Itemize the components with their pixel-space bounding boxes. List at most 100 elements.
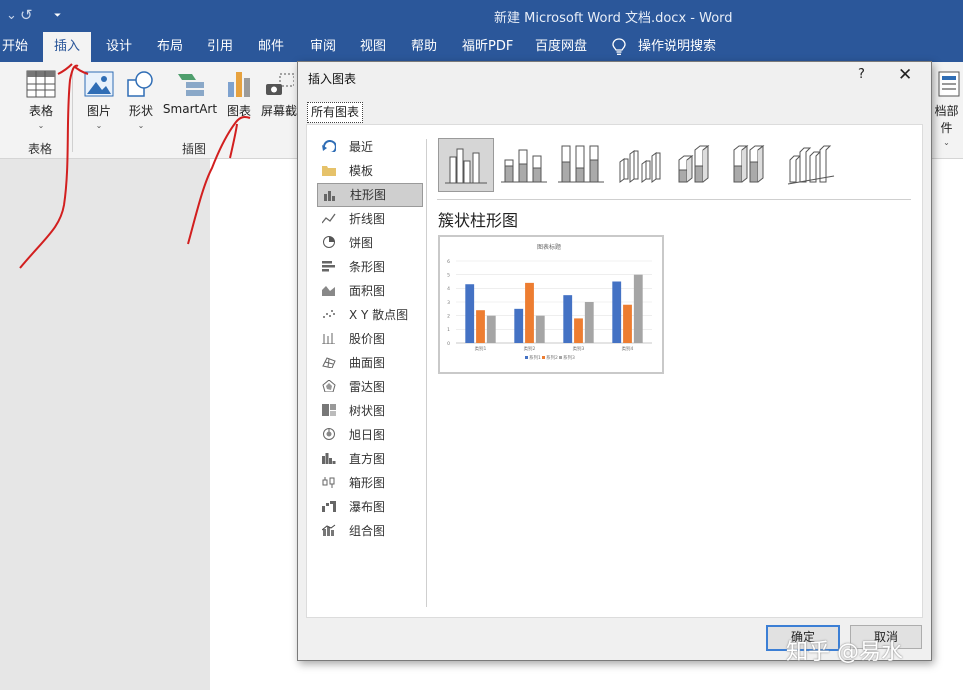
chart-category-item[interactable]: 柱形图 — [317, 183, 423, 207]
chart-category-item[interactable]: 雷达图 — [317, 375, 423, 399]
chart-category-item[interactable]: 饼图 — [317, 231, 423, 255]
chart-category-label: 面积图 — [349, 284, 386, 298]
chart-button[interactable]: 图表 — [224, 70, 254, 119]
chart-button-label: 图表 — [226, 104, 251, 118]
chart-category-item[interactable]: X Y 散点图 — [317, 303, 423, 327]
chart-category-item[interactable]: 折线图 — [317, 207, 423, 231]
x-tick-label: 类别1 — [475, 345, 487, 352]
scatter-chart-icon — [323, 310, 335, 318]
chart-subtype-option[interactable] — [726, 138, 780, 190]
chart-preview[interactable]: 图表标题 0 1 2 3 4 5 6 类别1 类别2 类别3 类别4 系列1 系列2 系列3 — [438, 235, 664, 374]
tab-help[interactable]: 帮助 — [411, 32, 437, 62]
screenshot-button[interactable]: 屏幕截 — [260, 70, 298, 119]
tab-design[interactable]: 设计 — [106, 32, 132, 62]
tab-all-charts[interactable]: 所有图表 — [307, 102, 364, 123]
tab-view[interactable]: 视图 — [360, 32, 386, 62]
chart-category-item[interactable]: 模板 — [317, 159, 423, 183]
100-stacked-column-icon — [558, 145, 604, 183]
smartart-button[interactable]: SmartArt — [162, 70, 218, 116]
y-tick-label: 6 — [447, 259, 450, 265]
chart-category-item[interactable]: 瀑布图 — [317, 495, 423, 519]
quick-access-dropdown-icon[interactable]: ⌄ — [6, 8, 17, 23]
tab-insert[interactable]: 插入 — [43, 32, 91, 62]
y-tick-label: 2 — [447, 313, 450, 319]
sunburst-chart-icon — [323, 428, 335, 440]
combo-chart-icon — [322, 524, 336, 536]
tell-me-search[interactable]: 操作说明搜索 — [638, 32, 716, 62]
chart-category-item[interactable]: 条形图 — [317, 255, 423, 279]
chart-category-item[interactable]: 直方图 — [317, 447, 423, 471]
chart-category-item[interactable]: 最近 — [317, 135, 423, 159]
chart-bar — [514, 308, 524, 343]
chart-subtype-option[interactable] — [554, 138, 608, 190]
chart-category-label: 瀑布图 — [349, 500, 386, 514]
chart-bar — [476, 310, 485, 343]
customize-toolbar-icon[interactable]: ⏷ — [54, 11, 61, 21]
tab-home[interactable]: 开始 — [2, 32, 32, 62]
chart-bar — [465, 284, 475, 343]
chart-category-label: X Y 散点图 — [349, 308, 409, 322]
table-button[interactable]: 表格 ⌄ — [22, 70, 60, 130]
picture-icon — [84, 71, 114, 97]
screenshot-button-label: 屏幕截 — [260, 104, 297, 118]
smartart-button-label: SmartArt — [162, 102, 218, 116]
insert-chart-dialog: 插入图表 ? ✕ 所有图表 最近 模板 柱形图 折线图 饼图 条形图 面积图 X Y 散点图股… — [297, 61, 932, 661]
table-button-label: 表格 — [28, 104, 53, 118]
chart-category-item[interactable]: 树状图 — [317, 399, 423, 423]
doc-parts-button[interactable]: 档部件 ⌄ — [930, 70, 963, 147]
close-icon[interactable]: ✕ — [898, 65, 912, 85]
chart-category-label: 树状图 — [349, 404, 386, 418]
chart-title: 图表标题 — [537, 243, 561, 251]
y-tick-label: 4 — [447, 286, 450, 292]
chart-category-item[interactable]: 组合图 — [317, 519, 423, 543]
tab-layout[interactable]: 布局 — [157, 32, 183, 62]
tab-review[interactable]: 审阅 — [310, 32, 336, 62]
chart-bar — [563, 295, 573, 343]
table-dropdown-icon: ⌄ — [37, 121, 45, 130]
picture-dropdown-icon: ⌄ — [95, 121, 103, 130]
recent-icon — [322, 140, 336, 152]
chart-category-item[interactable]: 股价图 — [317, 327, 423, 351]
chart-bar — [633, 274, 643, 343]
chart-subtype-option[interactable] — [669, 138, 723, 190]
chart-category-label: 柱形图 — [350, 188, 387, 202]
chart-icon — [228, 72, 250, 97]
waterfall-chart-icon — [322, 501, 336, 512]
chart-subtype-option[interactable] — [438, 138, 494, 192]
chart-category-label: 旭日图 — [349, 428, 386, 442]
chart-category-label: 雷达图 — [349, 380, 386, 394]
y-tick-label: 1 — [447, 327, 450, 333]
chart-category-item[interactable]: 旭日图 — [317, 423, 423, 447]
legend-entry: 系列3 — [563, 354, 575, 361]
legend-entry: 系列2 — [546, 354, 558, 361]
tab-references[interactable]: 引用 — [207, 32, 233, 62]
list-divider — [426, 139, 427, 607]
chart-category-label: 条形图 — [349, 260, 386, 274]
tab-foxit-pdf[interactable]: 福昕PDF — [462, 32, 513, 62]
tab-baidu-netdisk[interactable]: 百度网盘 — [535, 32, 587, 62]
redo-icon[interactable]: ↺ — [20, 6, 33, 24]
watermark: 知乎 @易水 — [786, 640, 903, 665]
legend-swatch — [559, 356, 562, 359]
chart-preview-svg: 图表标题 0 1 2 3 4 5 6 类别1 类别2 类别3 类别4 系列1 系列2 系列3 — [447, 243, 652, 361]
histogram-chart-icon — [322, 453, 336, 464]
chart-category-item[interactable]: 曲面图 — [317, 351, 423, 375]
tab-mailings[interactable]: 邮件 — [258, 32, 284, 62]
screenshot-icon — [266, 73, 294, 95]
chart-subtype-option[interactable] — [612, 138, 666, 190]
chart-bar — [525, 282, 534, 343]
help-icon[interactable]: ? — [858, 67, 865, 82]
doc-parts-button-label: 档部件 — [934, 104, 959, 135]
shapes-button[interactable]: 形状 ⌄ — [124, 70, 158, 130]
chart-category-item[interactable]: 面积图 — [317, 279, 423, 303]
picture-button[interactable]: 图片 ⌄ — [82, 70, 116, 130]
area-chart-icon — [322, 286, 335, 296]
chart-category-list: 最近 模板柱形图折线图 饼图条形图面积图 X Y 散点图股价图 曲面图雷达图树状图旭日图… — [317, 135, 423, 543]
ribbon-tab-bar: 开始 插入 设计 布局 引用 邮件 审阅 视图 帮助 福昕PDF 百度网盘 操作… — [0, 32, 963, 62]
chart-subtype-option[interactable] — [497, 138, 551, 190]
chart-subtype-option[interactable] — [784, 138, 838, 190]
selected-chart-type-name: 簇状柱形图 — [438, 211, 519, 230]
chart-bar — [623, 304, 632, 343]
title-bar: ⌄ ↺ ⏷ 新建 Microsoft Word 文档.docx - Word — [0, 0, 963, 32]
chart-category-item[interactable]: 箱形图 — [317, 471, 423, 495]
